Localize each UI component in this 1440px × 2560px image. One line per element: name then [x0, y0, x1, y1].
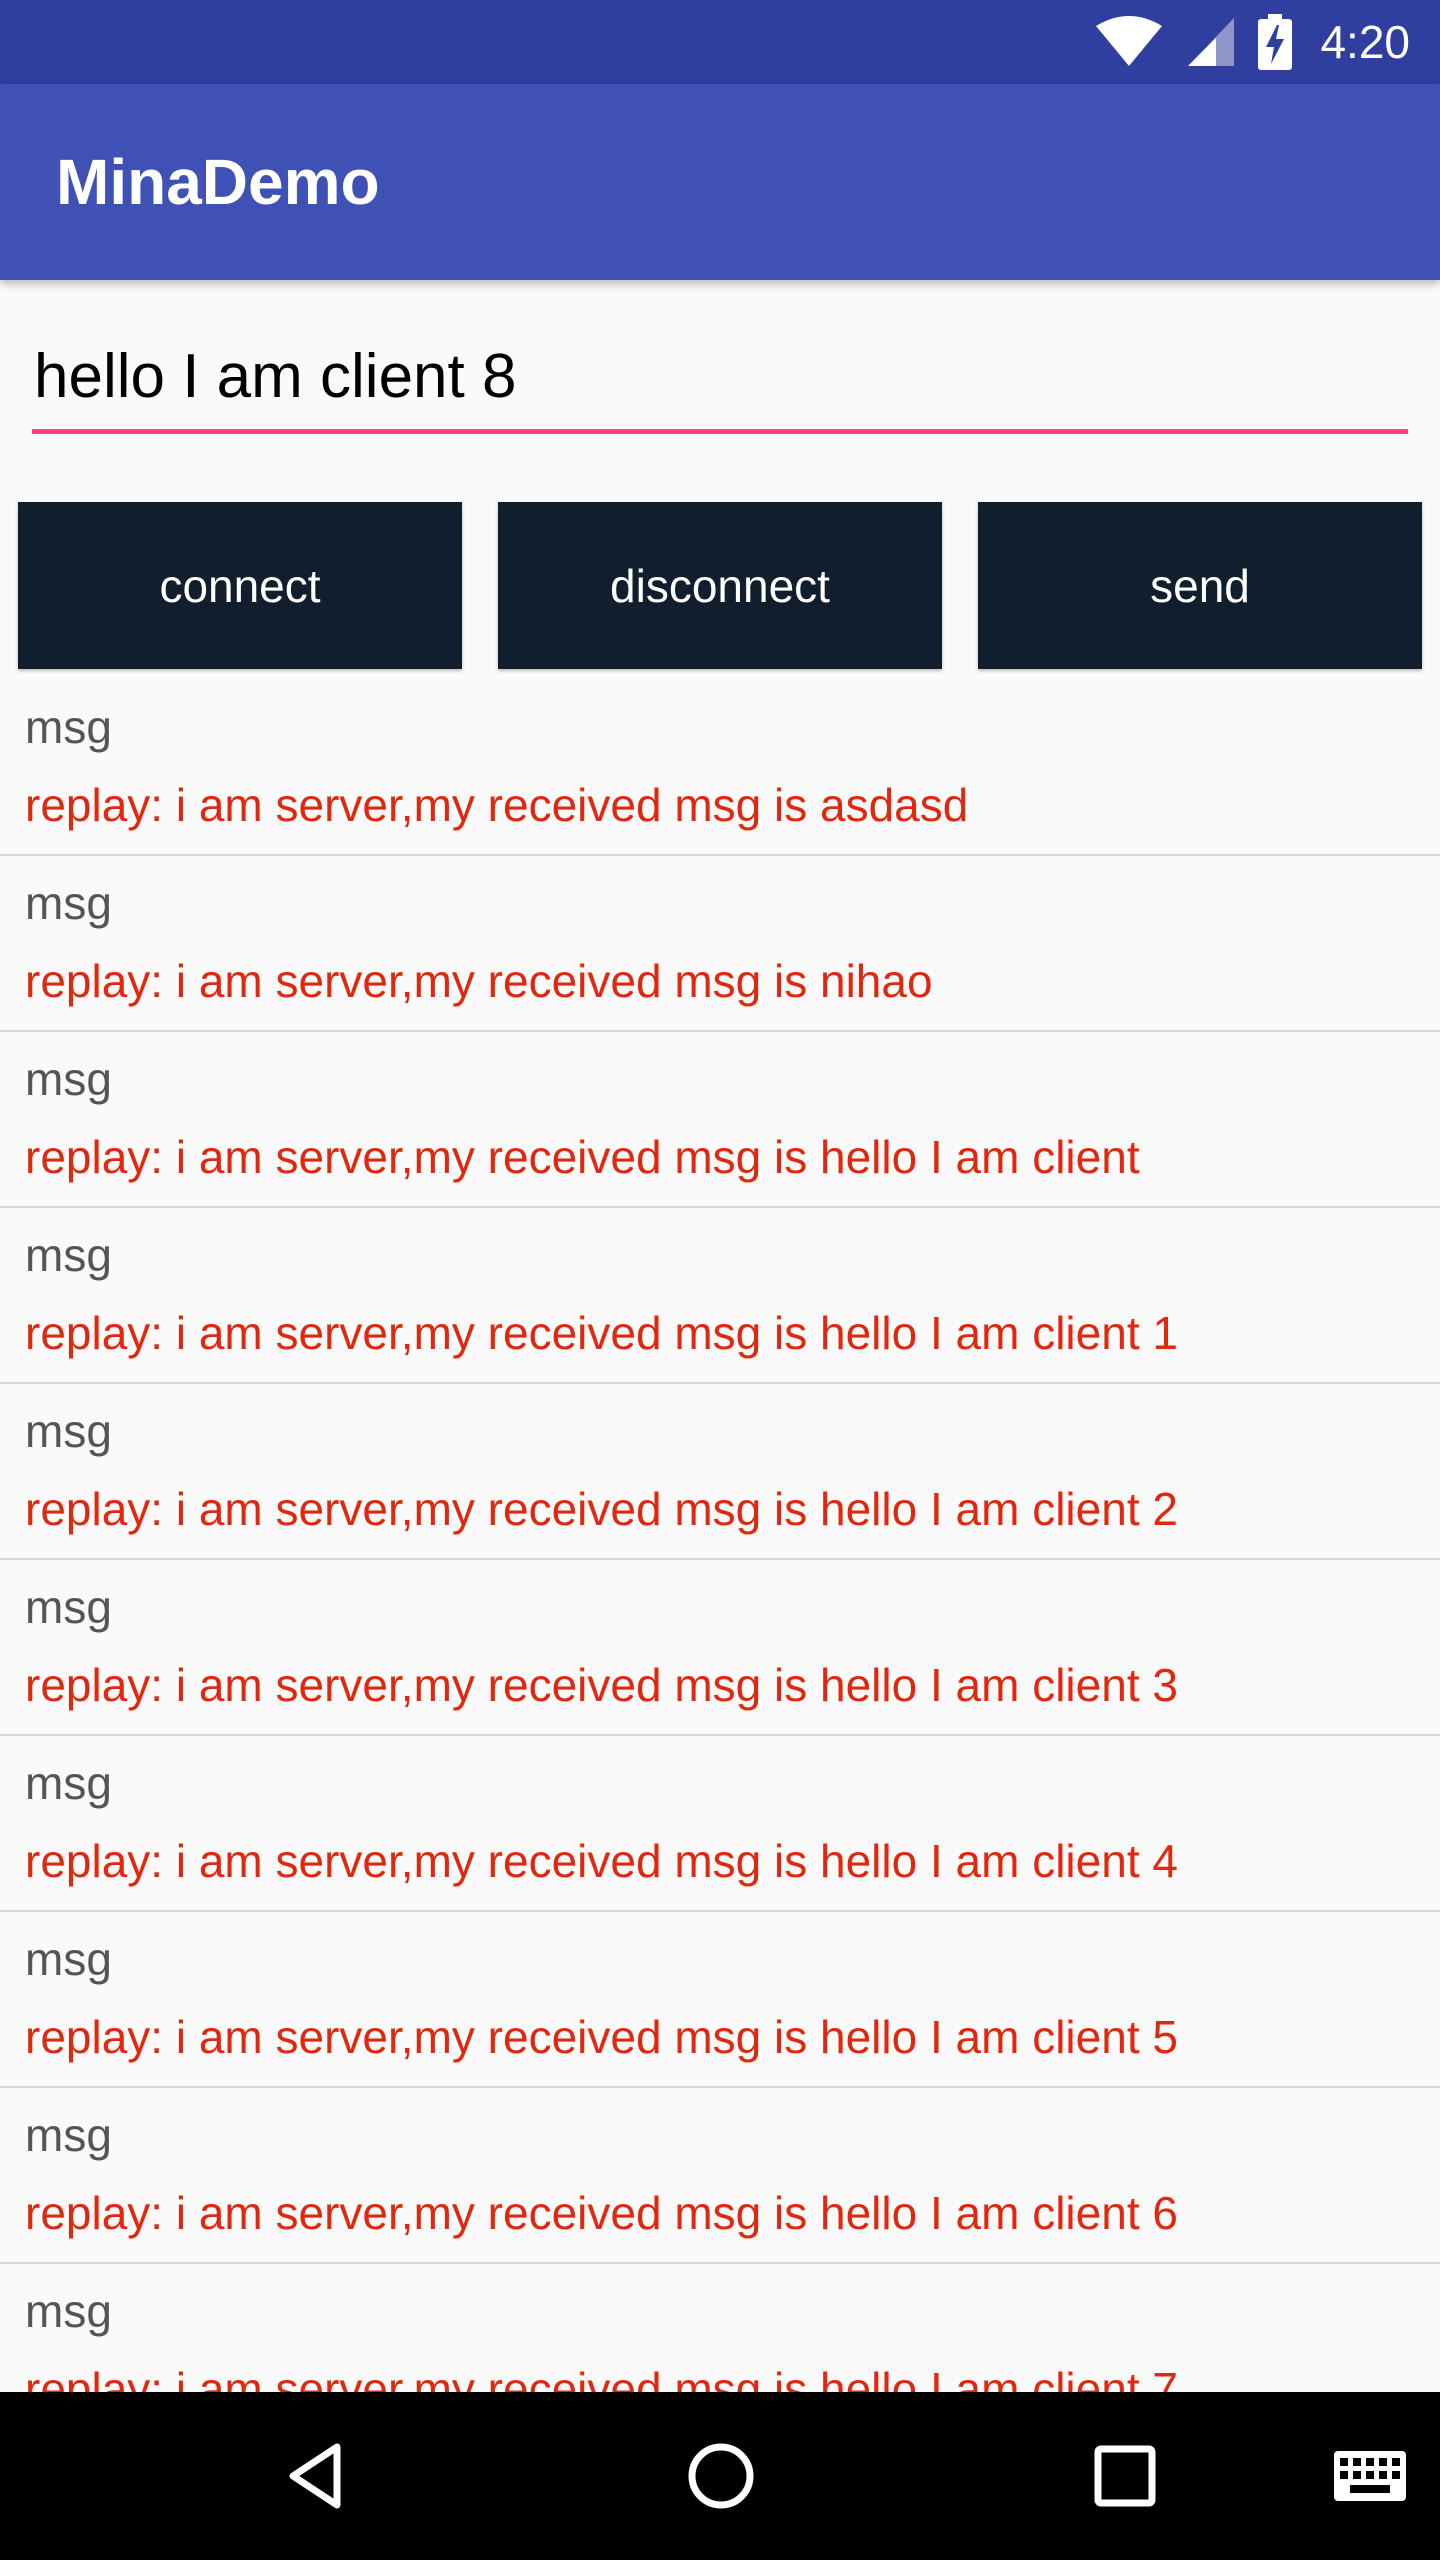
send-button[interactable]: send [978, 502, 1422, 669]
message-reply: replay: i am server,my received msg is h… [25, 2187, 1178, 2239]
screen: 4:20 MinaDemo connect disconnect send ms… [0, 0, 1440, 2560]
app-bar: MinaDemo [0, 84, 1440, 280]
message-label: msg [25, 2285, 112, 2337]
home-icon [688, 2443, 754, 2509]
message-list[interactable]: msg replay: i am server,my received msg … [0, 680, 1440, 2392]
keyboard-button[interactable] [1320, 2392, 1420, 2560]
back-button[interactable] [260, 2392, 370, 2560]
message-reply: replay: i am server,my received msg is a… [25, 779, 969, 831]
navigation-bar [0, 2392, 1440, 2560]
wifi-icon [1096, 16, 1163, 66]
button-row: connect disconnect send [18, 502, 1422, 669]
message-label: msg [25, 1933, 112, 1985]
message-reply: replay: i am server,my received msg is h… [25, 1835, 1178, 1887]
app-title: MinaDemo [56, 146, 380, 218]
list-item[interactable]: msg replay: i am server,my received msg … [0, 1912, 1440, 2088]
message-reply: replay: i am server,my received msg is n… [25, 955, 933, 1007]
message-label: msg [25, 1053, 112, 1105]
status-bar: 4:20 [0, 0, 1440, 84]
message-label: msg [25, 1405, 112, 1457]
list-item[interactable]: msg replay: i am server,my received msg … [0, 1032, 1440, 1208]
signal-icon [1188, 18, 1235, 66]
list-item[interactable]: msg replay: i am server,my received msg … [0, 680, 1440, 856]
message-reply: replay: i am server,my received msg is h… [25, 1307, 1178, 1359]
message-input[interactable] [32, 330, 1408, 434]
home-button[interactable] [666, 2392, 776, 2560]
list-item[interactable]: msg replay: i am server,my received msg … [0, 1208, 1440, 1384]
message-label: msg [25, 1581, 112, 1633]
list-item[interactable]: msg replay: i am server,my received msg … [0, 1384, 1440, 1560]
status-time: 4:20 [1320, 16, 1410, 68]
message-label: msg [25, 877, 112, 929]
connect-button[interactable]: connect [18, 502, 462, 669]
list-item[interactable]: msg replay: i am server,my received msg … [0, 1736, 1440, 1912]
disconnect-button[interactable]: disconnect [498, 502, 942, 669]
list-item[interactable]: msg replay: i am server,my received msg … [0, 2088, 1440, 2264]
message-label: msg [25, 1229, 112, 1281]
message-reply: replay: i am server,my received msg is h… [25, 1483, 1178, 1535]
status-icons: 4:20 [1094, 0, 1410, 84]
message-reply: replay: i am server,my received msg is h… [25, 1131, 1140, 1183]
recents-icon [1094, 2445, 1156, 2507]
message-label: msg [25, 2109, 112, 2161]
message-reply: replay: i am server,my received msg is h… [25, 2011, 1178, 2063]
keyboard-icon [1334, 2451, 1406, 2501]
list-item[interactable]: msg replay: i am server,my received msg … [0, 1560, 1440, 1736]
message-reply: replay: i am server,my received msg is h… [25, 1659, 1178, 1711]
recents-button[interactable] [1070, 2392, 1180, 2560]
message-label: msg [25, 701, 112, 753]
battery-charging-icon [1258, 14, 1293, 70]
message-reply: replay: i am server,my received msg is h… [25, 2363, 1178, 2392]
list-item[interactable]: msg replay: i am server,my received msg … [0, 856, 1440, 1032]
message-label: msg [25, 1757, 112, 1809]
back-icon [289, 2443, 341, 2509]
list-item[interactable]: msg replay: i am server,my received msg … [0, 2264, 1440, 2392]
